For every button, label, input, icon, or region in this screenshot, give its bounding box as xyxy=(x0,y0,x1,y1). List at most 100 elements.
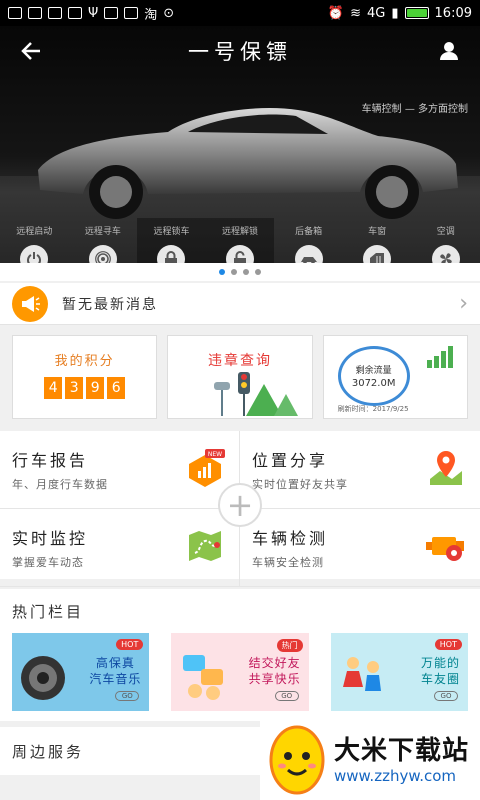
power-icon xyxy=(20,245,49,263)
hot-section-title: 热门栏目 xyxy=(12,602,85,621)
remote-controls: 远程启动 远程寻车 远程锁车 远程解锁 后备箱 车窗 空调 xyxy=(0,218,480,263)
signal-bars-icon xyxy=(426,346,453,368)
hot-line1: 结交好友 xyxy=(248,656,301,670)
signal-icon xyxy=(88,245,117,263)
map-route-icon xyxy=(189,531,221,561)
control-label: 远程锁车 xyxy=(153,227,190,237)
report-icon: NEW xyxy=(189,449,225,487)
add-feature-button[interactable]: + xyxy=(218,483,262,527)
back-arrow-icon xyxy=(21,42,40,60)
trunk-icon xyxy=(294,245,323,263)
control-remote-unlock[interactable]: 远程解锁 xyxy=(205,218,275,263)
hot-text: 结交好友 共享快乐 xyxy=(249,655,301,687)
new-badge: NEW xyxy=(208,451,222,458)
hot-badge: 热门 xyxy=(276,639,303,652)
control-label: 车窗 xyxy=(368,227,387,237)
flow-label: 剩余流量 xyxy=(355,366,392,376)
flow-value: 3072.0M xyxy=(351,378,396,389)
watermark-brand: 大米下载站 www.zzhyw.com xyxy=(334,730,469,785)
chevron-right-icon: › xyxy=(459,291,468,316)
control-remote-lock[interactable]: 远程锁车 xyxy=(137,218,206,263)
control-ac[interactable]: 空调 xyxy=(411,218,480,263)
hot-line1: 高保真 xyxy=(95,656,135,670)
nearby-title: 周边服务 xyxy=(12,742,85,761)
points-digit: 3 xyxy=(65,377,84,399)
more-icon: ⊙ xyxy=(163,5,175,21)
engine-icon xyxy=(426,537,464,561)
traffic-card[interactable]: 剩余流量 3072.0M 刷新时间：2017/9/25 xyxy=(322,335,468,419)
go-button[interactable]: GO xyxy=(433,691,458,701)
hot-line2: 车友圈 xyxy=(420,672,460,686)
signal-bars-icon: ▮ xyxy=(391,5,399,21)
hot-badge: HOT xyxy=(116,639,144,650)
control-label: 远程启动 xyxy=(16,227,53,237)
grid-location-share[interactable]: 位置分享 实时位置好友共享 xyxy=(240,431,480,509)
fan-icon xyxy=(431,245,460,263)
control-label: 远程寻车 xyxy=(84,227,121,237)
control-label: 远程解锁 xyxy=(222,227,259,237)
megaphone-icon xyxy=(12,285,48,322)
hot-list: HOT 高保真 汽车音乐 GO 热门 结交好友 共享快乐 GO HOT 万能的 … xyxy=(0,633,480,721)
image-icon xyxy=(48,7,62,19)
feature-grid: 行车报告 年、月度行车数据 NEW 位置分享 实时位置好友共享 实时监控 掌握爱… xyxy=(0,431,480,587)
hot-text: 万能的 车友圈 xyxy=(421,655,460,687)
page-title: 一号保镖 xyxy=(188,40,292,64)
hero-banner: 一号保镖 车辆控制 — 多方面控制 远程启动 远程寻车 远程锁车 远程解锁 后备… xyxy=(0,26,480,263)
points-title: 我的积分 xyxy=(54,354,115,369)
watermark-logo xyxy=(269,725,325,795)
speaker-icon xyxy=(21,656,65,700)
friends-illustration xyxy=(183,655,224,700)
grid-realtime-monitor[interactable]: 实时监控 掌握爱车动态 xyxy=(0,509,240,587)
control-label: 后备箱 xyxy=(295,227,323,237)
control-remote-start[interactable]: 远程启动 xyxy=(0,218,69,263)
points-digit: 6 xyxy=(107,377,126,399)
watermark: 大米下载站 www.zzhyw.com xyxy=(260,714,480,800)
user-button[interactable] xyxy=(432,34,466,68)
message-icon xyxy=(8,7,22,19)
lock-icon xyxy=(157,245,186,263)
traffic-light-illustration xyxy=(214,372,299,416)
unlock-icon xyxy=(226,245,255,263)
shield-icon xyxy=(68,7,82,19)
control-remote-find[interactable]: 远程寻车 xyxy=(69,218,138,263)
hot-item-music[interactable]: HOT 高保真 汽车音乐 GO xyxy=(12,633,150,711)
carousel-dot[interactable] xyxy=(219,269,225,275)
control-window[interactable]: 车窗 xyxy=(343,218,412,263)
hot-badge: HOT xyxy=(434,639,462,650)
back-button[interactable] xyxy=(14,34,48,68)
violation-card[interactable]: 违章查询 xyxy=(167,335,313,419)
status-left: Ψ 淘 ⊙ xyxy=(8,4,174,23)
news-text: 暂无最新消息 xyxy=(62,296,158,313)
hot-line1: 万能的 xyxy=(420,656,460,670)
grid-vehicle-check[interactable]: 车辆检测 车辆安全检测 xyxy=(240,509,480,587)
map-pin-icon xyxy=(430,451,462,485)
carousel-dot[interactable] xyxy=(243,269,249,275)
app-icon xyxy=(104,7,119,19)
points-digit: 4 xyxy=(44,377,63,399)
window-icon xyxy=(363,245,392,263)
carousel-dot[interactable] xyxy=(231,269,237,275)
network-label: 4G xyxy=(367,5,386,21)
carousel-dot[interactable] xyxy=(255,269,261,275)
go-button[interactable]: GO xyxy=(115,691,140,701)
control-trunk[interactable]: 后备箱 xyxy=(274,218,343,263)
wifi-icon: ≋ xyxy=(350,5,362,21)
people-illustration xyxy=(342,657,381,691)
hot-line2: 共享快乐 xyxy=(248,672,301,686)
status-bar: Ψ 淘 ⊙ ⏰ ≋ 4G ▮ 16:09 xyxy=(0,0,480,26)
hero-tagline: 车辆控制 — 多方面控制 xyxy=(361,104,468,115)
hot-item-circle[interactable]: HOT 万能的 车友圈 GO xyxy=(330,633,468,711)
carousel-indicator xyxy=(0,263,480,281)
status-right: ⏰ ≋ 4G ▮ 16:09 xyxy=(328,6,472,21)
news-bar[interactable]: 暂无最新消息 › xyxy=(0,283,480,325)
watermark-url: www.zzhyw.com xyxy=(334,766,457,785)
battery-icon xyxy=(404,7,429,19)
flow-updated: 刷新时间：2017/9/25 xyxy=(337,405,409,413)
grid-driving-report[interactable]: 行车报告 年、月度行车数据 NEW xyxy=(0,431,240,509)
usb-icon: Ψ xyxy=(88,5,99,21)
grid-icon xyxy=(124,7,139,19)
hot-item-friends[interactable]: 热门 结交好友 共享快乐 GO xyxy=(171,633,309,711)
points-digits: 4 3 9 6 xyxy=(13,377,156,399)
go-button[interactable]: GO xyxy=(274,691,299,701)
points-card[interactable]: 我的积分 4 3 9 6 xyxy=(12,335,158,419)
